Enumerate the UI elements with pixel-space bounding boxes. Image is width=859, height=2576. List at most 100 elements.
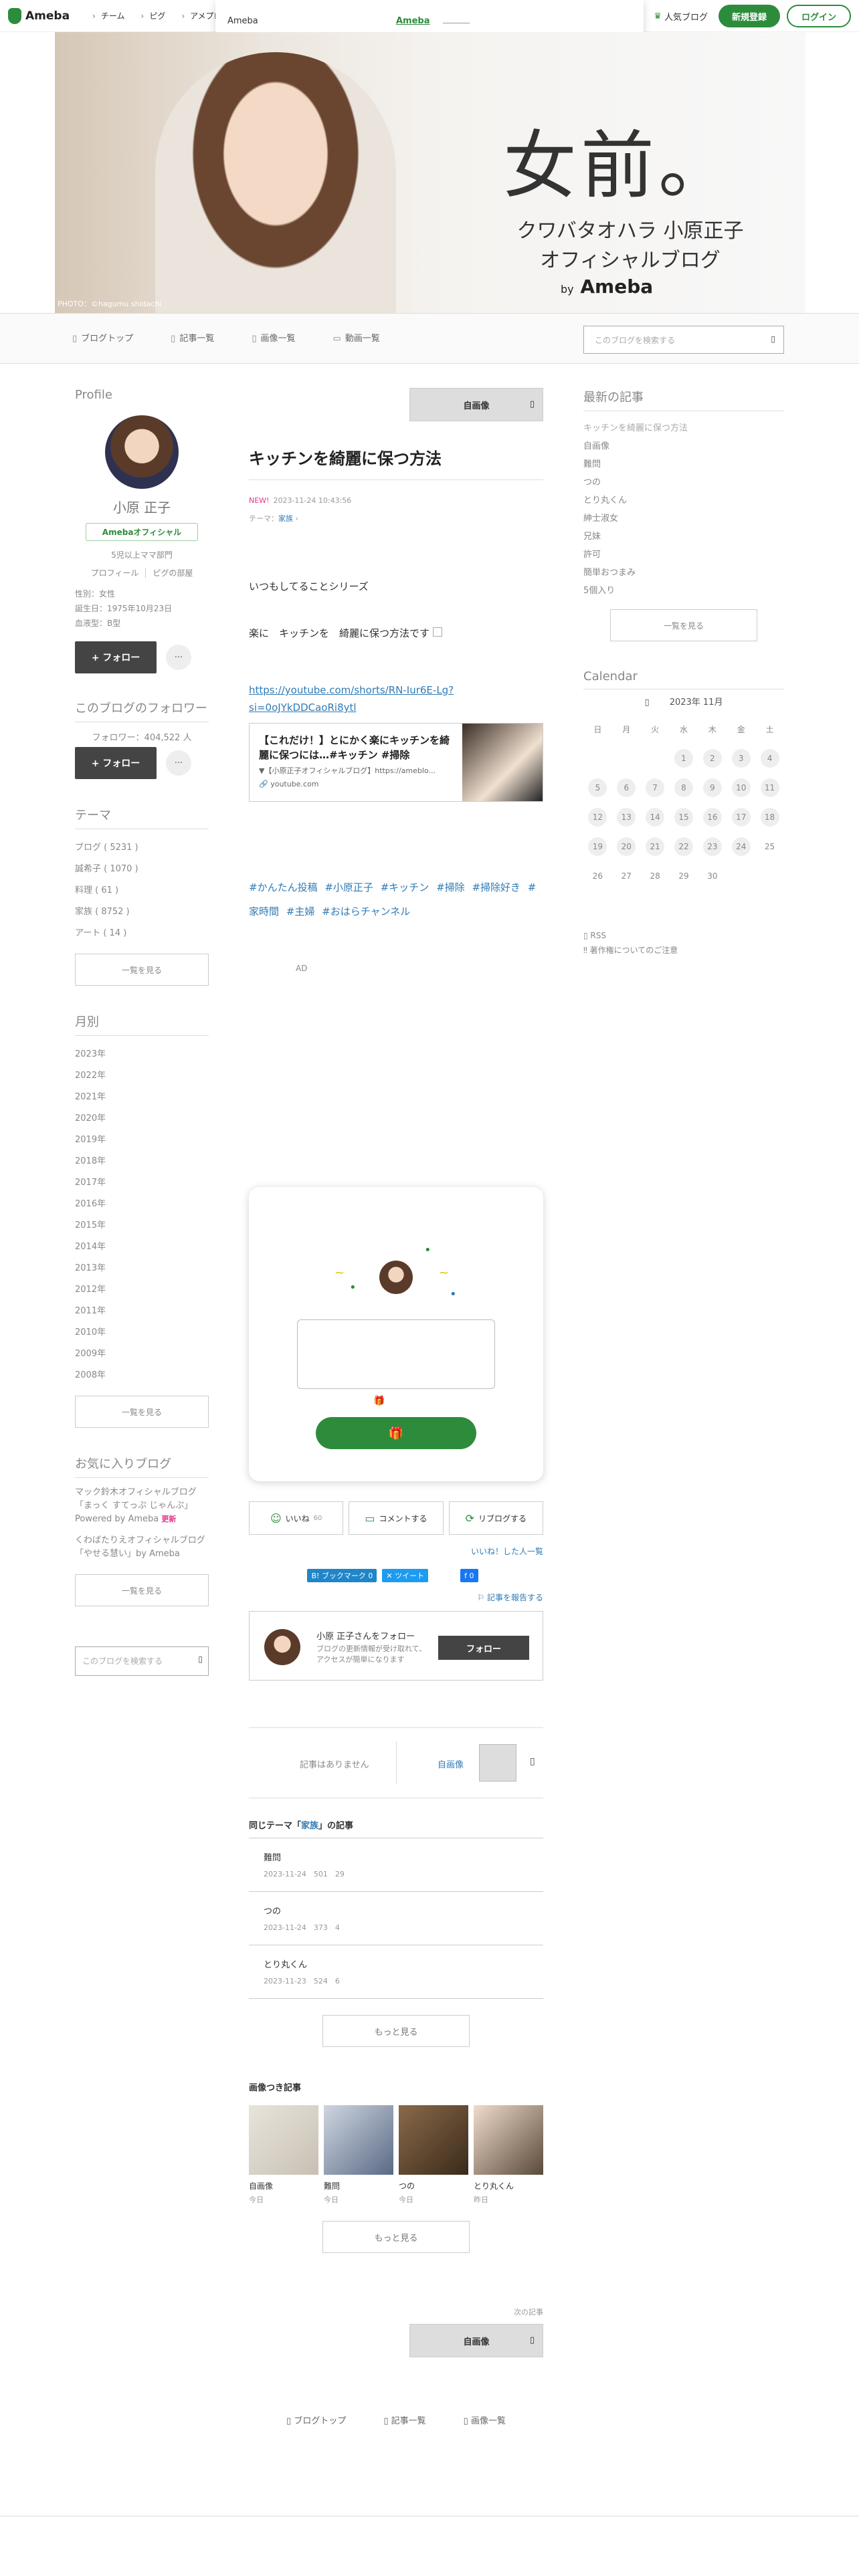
- profile-more-button[interactable]: ···: [166, 645, 191, 670]
- calendar-day[interactable]: 8: [670, 773, 698, 802]
- month-item[interactable]: 2012年: [75, 1279, 209, 1301]
- month-item[interactable]: 2018年: [75, 1151, 209, 1172]
- month-item[interactable]: 2010年: [75, 1322, 209, 1344]
- hashtag[interactable]: #掃除好き: [472, 881, 520, 893]
- latest-item[interactable]: 兄妹: [583, 528, 784, 546]
- gift-message-box[interactable]: [297, 1319, 495, 1389]
- footer-entry-list[interactable]: ▯ 記事一覧: [383, 2413, 425, 2426]
- calendar-day[interactable]: 1: [670, 744, 698, 773]
- favorite-blog-item[interactable]: マック鈴木オフィシャルブログ「まっく すてっぷ じゃんぷ」Powered by …: [75, 1486, 209, 1526]
- hashtag[interactable]: #掃除: [436, 881, 465, 893]
- theme-item[interactable]: 料理 ( 61 ): [75, 880, 209, 901]
- related-more-button[interactable]: もっと見る: [322, 2015, 470, 2047]
- popular-blog-link[interactable]: ♛ 人気ブログ: [650, 5, 712, 27]
- top-nav-team[interactable]: チーム: [92, 10, 125, 21]
- profile-link[interactable]: プロフィール: [91, 568, 139, 578]
- latest-more-button[interactable]: 一覧を見る: [610, 609, 757, 641]
- latest-item[interactable]: 許可: [583, 546, 784, 564]
- month-item[interactable]: 2013年: [75, 1258, 209, 1279]
- calendar-day[interactable]: 6: [612, 773, 641, 802]
- followers-more-button[interactable]: ···: [166, 750, 191, 776]
- footer-image-list[interactable]: ▯ 画像一覧: [464, 2413, 506, 2426]
- chevron-right-icon[interactable]: ▯: [530, 1756, 535, 1767]
- calendar-day[interactable]: 10: [727, 773, 755, 802]
- month-item[interactable]: 2019年: [75, 1130, 209, 1151]
- next-entry-link[interactable]: 自画像: [438, 1757, 464, 1770]
- profile-follow-button[interactable]: + フォロー: [75, 641, 157, 673]
- ameba-logo[interactable]: Ameba: [8, 7, 70, 24]
- gift-button[interactable]: 🎁: [316, 1417, 476, 1449]
- latest-item[interactable]: 自画像: [583, 437, 784, 455]
- theme-item[interactable]: ブログ ( 5231 ): [75, 837, 209, 859]
- favorites-more-button[interactable]: 一覧を見る: [75, 1574, 209, 1606]
- theme-item[interactable]: アート ( 14 ): [75, 923, 209, 944]
- related-entry[interactable]: とり丸くん 2023-11-23 524 6: [249, 1945, 543, 1999]
- calendar-day[interactable]: 18: [755, 802, 784, 832]
- month-item[interactable]: 2008年: [75, 1365, 209, 1386]
- top-nav-pigg[interactable]: ピグ: [141, 10, 165, 21]
- calendar-day[interactable]: 16: [698, 802, 727, 832]
- reblog-button[interactable]: ⟳ リブログする: [448, 1501, 543, 1535]
- theme-item[interactable]: 家族 ( 8752 ): [75, 901, 209, 923]
- latest-item[interactable]: 5個入り: [583, 582, 784, 600]
- month-item[interactable]: 2017年: [75, 1172, 209, 1194]
- favorite-blog-item[interactable]: くわばたりえオフィシャルブログ「やせる慧い」by Ameba: [75, 1534, 209, 1561]
- image-entry[interactable]: 自画像 今日: [249, 2105, 318, 2205]
- month-item[interactable]: 2011年: [75, 1301, 209, 1322]
- sidebar-search-input[interactable]: このブログを検索する ▯: [75, 1646, 209, 1676]
- youtube-link[interactable]: https://youtube.com/shorts/RN-Iur6E-Lg? …: [249, 681, 543, 716]
- month-item[interactable]: 2015年: [75, 1215, 209, 1237]
- login-button[interactable]: ログイン: [786, 5, 851, 27]
- month-item[interactable]: 2022年: [75, 1065, 209, 1087]
- month-item[interactable]: 2021年: [75, 1087, 209, 1108]
- nav-blog-top[interactable]: ▯ ブログトップ: [72, 331, 133, 344]
- calendar-day[interactable]: 14: [641, 802, 670, 832]
- calendar-day[interactable]: 19: [583, 832, 612, 861]
- calendar-day[interactable]: 15: [670, 802, 698, 832]
- follow-box-button[interactable]: フォロー: [438, 1636, 529, 1660]
- calendar-day[interactable]: 5: [583, 773, 612, 802]
- likers-link[interactable]: いいね！した人一覧: [249, 1545, 543, 1557]
- calendar-day[interactable]: 4: [755, 744, 784, 773]
- hashtag[interactable]: #かんたん投稿: [249, 881, 318, 893]
- next-entry-thumbnail[interactable]: [479, 1744, 516, 1782]
- hashtag[interactable]: #小原正子: [324, 881, 373, 893]
- search-icon[interactable]: ▯: [771, 334, 775, 344]
- bottom-next-entry-button[interactable]: 自画像 ▯: [409, 2324, 543, 2357]
- calendar-day[interactable]: 17: [727, 802, 755, 832]
- calendar-day[interactable]: 12: [583, 802, 612, 832]
- calendar-day[interactable]: 20: [612, 832, 641, 861]
- comment-button[interactable]: ▭ コメントする: [349, 1501, 444, 1535]
- signup-button[interactable]: 新規登録: [718, 5, 780, 27]
- followers-follow-button[interactable]: + フォロー: [75, 747, 157, 779]
- hashtag[interactable]: #主婦: [286, 905, 315, 918]
- link-card[interactable]: 【これだけ！】とにかく楽にキッチンを綺麗に保つには…#キッチン #掃除 ▼【小原…: [249, 723, 543, 802]
- blog-search-input[interactable]: このブログを検索する ▯: [583, 326, 784, 354]
- blog-header-image[interactable]: 女前。 クワバタオハラ 小原正子 オフィシャルブログ by Ameba PHOT…: [55, 32, 805, 313]
- nav-image-list[interactable]: ▯ 画像一覧: [252, 331, 295, 344]
- latest-item[interactable]: つの: [583, 473, 784, 492]
- calendar-day[interactable]: 11: [755, 773, 784, 802]
- hashtag[interactable]: #おはらチャンネル: [322, 905, 410, 918]
- calendar-day[interactable]: 21: [641, 832, 670, 861]
- calendar-day[interactable]: 9: [698, 773, 727, 802]
- image-entry[interactable]: とり丸くん 昨日: [474, 2105, 543, 2205]
- nav-entry-list[interactable]: ▯ 記事一覧: [171, 331, 214, 344]
- footer-blog-top[interactable]: ▯ ブログトップ: [286, 2413, 346, 2426]
- latest-item[interactable]: とり丸くん: [583, 492, 784, 510]
- months-more-button[interactable]: 一覧を見る: [75, 1396, 209, 1428]
- calendar-day[interactable]: 7: [641, 773, 670, 802]
- related-theme[interactable]: 家族: [301, 1821, 318, 1831]
- search-icon[interactable]: ▯: [198, 1654, 203, 1664]
- pigg-room-link[interactable]: ピグの部屋: [145, 568, 193, 578]
- hatena-bookmark-button[interactable]: B! ブックマーク 0: [307, 1569, 377, 1582]
- ranking-category[interactable]: 5児以上ママ部門: [75, 549, 209, 560]
- month-item[interactable]: 2009年: [75, 1344, 209, 1365]
- latest-item[interactable]: 難問: [583, 455, 784, 473]
- image-entry[interactable]: つの 今日: [399, 2105, 468, 2205]
- nav-video-list[interactable]: ▭ 動画一覧: [333, 331, 380, 344]
- entry-title[interactable]: キッチンを綺麗に保つ方法: [249, 445, 543, 480]
- theme-item[interactable]: 誠希子 ( 1070 ): [75, 859, 209, 880]
- calendar-day[interactable]: 23: [698, 832, 727, 861]
- images-more-button[interactable]: もっと見る: [322, 2221, 470, 2253]
